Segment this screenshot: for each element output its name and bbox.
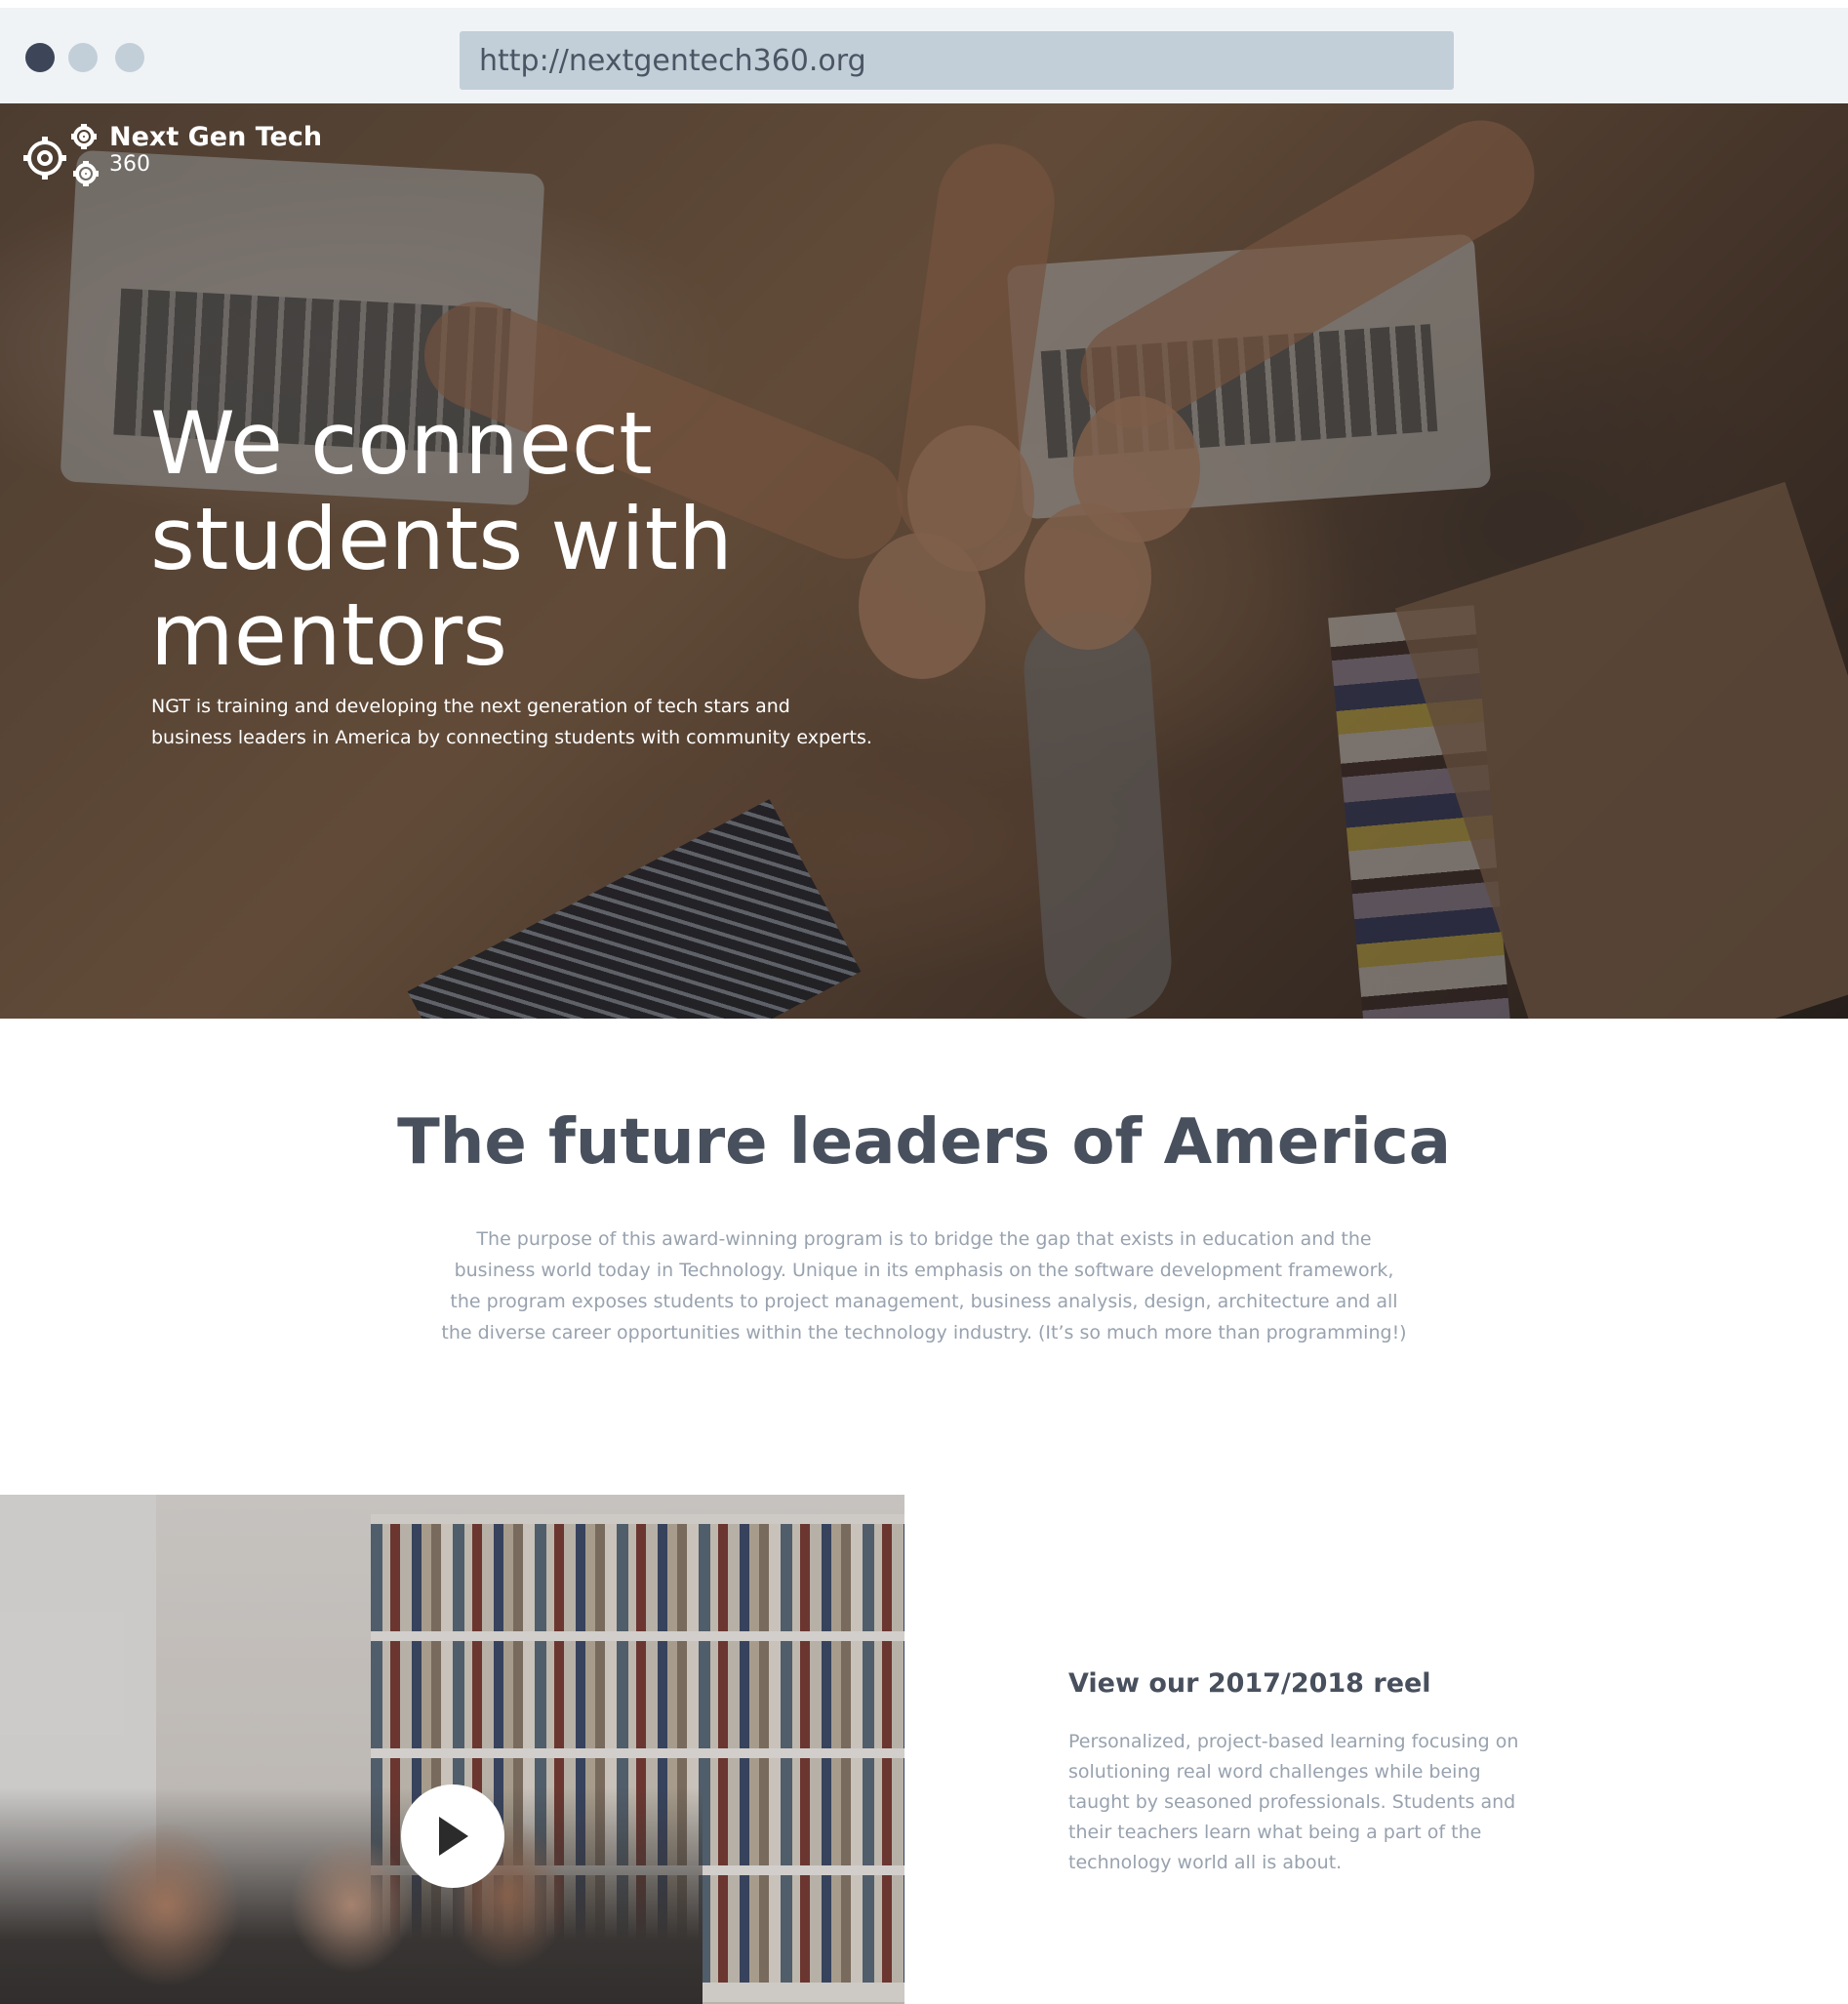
close-window-dot[interactable] xyxy=(25,43,55,72)
section-description-line: the diverse career opportunities within … xyxy=(441,1322,1407,1343)
section-title: The future leaders of America xyxy=(397,1106,1451,1179)
brand-name: Next Gen Tech xyxy=(109,122,323,152)
hero-title-line: students with xyxy=(150,489,733,589)
reel-description-line: taught by seasoned professionals. Studen… xyxy=(1068,1791,1516,1813)
section-description-line: The purpose of this award-winning progra… xyxy=(476,1228,1372,1250)
browser-chrome: http://nextgentech360.org xyxy=(0,8,1848,103)
site-logo[interactable]: Next Gen Tech 360 xyxy=(16,123,322,191)
hero-section: Next Gen Tech 360 We connect students wi… xyxy=(0,103,1848,1019)
address-bar[interactable]: http://nextgentech360.org xyxy=(460,31,1454,90)
section-description: The purpose of this award-winning progra… xyxy=(436,1223,1412,1348)
minimize-window-dot[interactable] xyxy=(68,43,98,72)
play-button[interactable] xyxy=(401,1784,504,1888)
video-overlay xyxy=(0,1495,904,2004)
section-description-line: the program exposes students to project … xyxy=(450,1291,1398,1312)
reel-description-line: solutioning real word challenges while b… xyxy=(1068,1761,1481,1783)
reel-title: View our 2017/2018 reel xyxy=(1068,1668,1431,1699)
reel-description-line: technology world all is about. xyxy=(1068,1852,1343,1873)
play-icon xyxy=(439,1817,468,1856)
window-top-edge xyxy=(0,0,1848,8)
reel-description-line: Personalized, project-based learning foc… xyxy=(1068,1731,1519,1752)
brand-subtitle: 360 xyxy=(109,152,150,177)
reel-video-thumbnail[interactable] xyxy=(0,1495,904,2004)
section-description-line: business world today in Technology. Uniq… xyxy=(454,1260,1394,1281)
hero-description-line: NGT is training and developing the next … xyxy=(151,696,790,717)
reel-description-line: their teachers learn what being a part o… xyxy=(1068,1822,1482,1843)
hero-title: We connect students with mentors xyxy=(150,396,931,683)
gears-icon xyxy=(23,124,99,186)
hero-title-line: We connect xyxy=(150,393,653,494)
address-bar-url: http://nextgentech360.org xyxy=(479,43,866,78)
maximize-window-dot[interactable] xyxy=(115,43,144,72)
hero-description-line: business leaders in America by connectin… xyxy=(151,727,872,748)
reel-description: Personalized, project-based learning foc… xyxy=(1068,1727,1537,1878)
hero-description: NGT is training and developing the next … xyxy=(151,691,893,753)
hero-title-line: mentors xyxy=(150,584,508,685)
